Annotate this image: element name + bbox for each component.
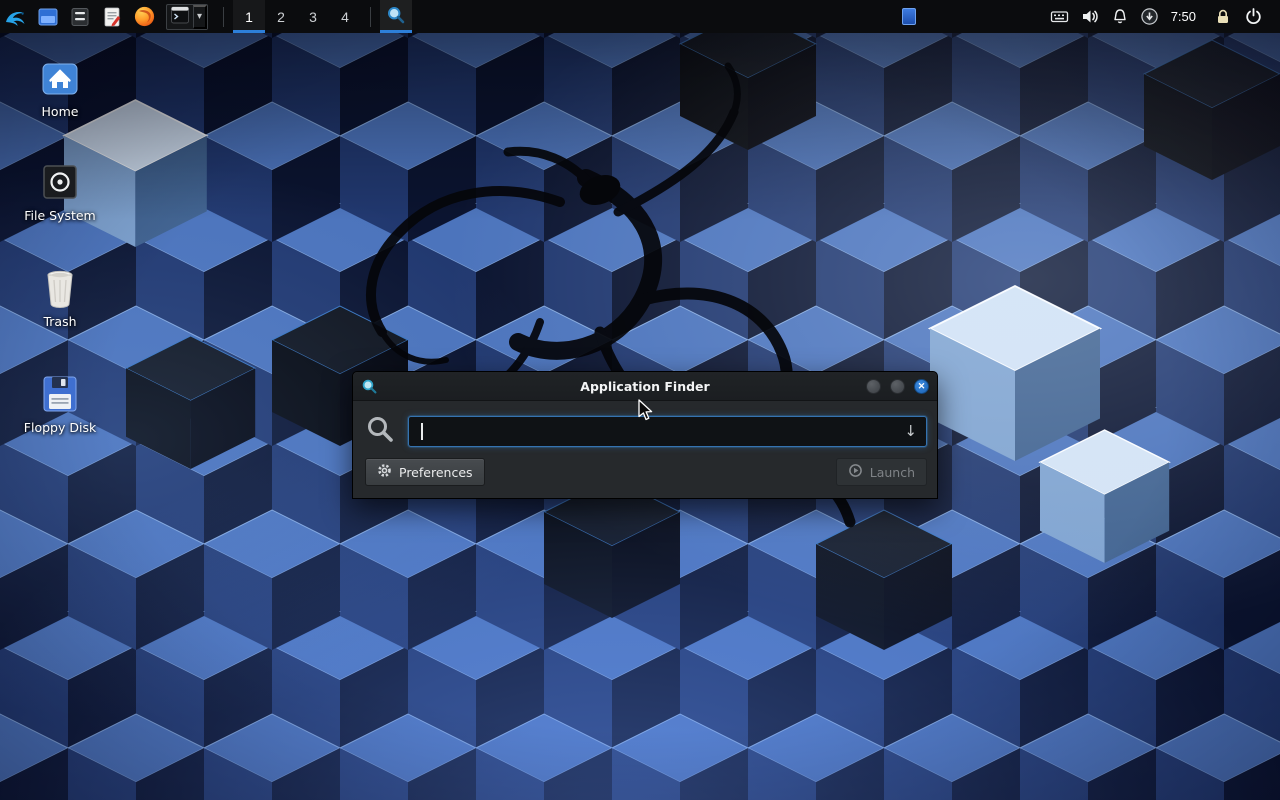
kali-menu-button[interactable] [0, 0, 32, 33]
search-row: ↓ [365, 410, 927, 458]
application-finder-window: Application Finder ✕ [352, 371, 938, 499]
file-system-drive-icon [40, 162, 80, 202]
workspace-4[interactable]: 4 [329, 0, 361, 33]
kali-logo-icon [4, 5, 28, 29]
text-caret [421, 423, 423, 440]
panel-separator [370, 7, 371, 27]
workspace-2[interactable]: 2 [265, 0, 297, 33]
maximize-button[interactable] [890, 379, 905, 394]
dropdown-arrow-icon[interactable]: ↓ [904, 422, 917, 440]
desktop-icon-label: Trash [43, 315, 76, 329]
magnifier-icon [386, 5, 406, 28]
workspace-1[interactable]: 1 [233, 0, 265, 33]
search-input[interactable]: ↓ [408, 416, 927, 447]
keyboard-layout-icon[interactable] [1045, 0, 1075, 33]
desktop-icon-trash[interactable]: Trash [14, 268, 106, 329]
launch-icon [848, 463, 863, 481]
floppy-disk-icon [41, 374, 79, 414]
window-icon [37, 6, 59, 28]
launch-button[interactable]: Launch [836, 458, 927, 486]
file-manager-launcher[interactable] [64, 0, 96, 33]
preferences-button[interactable]: Preferences [365, 458, 485, 486]
titlebar[interactable]: Application Finder ✕ [353, 372, 937, 401]
firefox-icon [133, 5, 156, 28]
workspace-3[interactable]: 3 [297, 0, 329, 33]
desktop-icon-label: File System [24, 209, 96, 223]
desktop-icon-file-system[interactable]: File System [14, 162, 106, 223]
finder-body: ↓ Preferences [353, 401, 937, 498]
tray-window-icon[interactable] [902, 8, 916, 25]
terminal-dropdown-button[interactable]: ▾ [193, 5, 207, 29]
volume-icon[interactable] [1075, 0, 1105, 33]
file-cabinet-icon [69, 6, 91, 28]
desktop-icon-label: Floppy Disk [24, 421, 96, 435]
desktop-icon-home[interactable]: Home [14, 58, 106, 119]
button-row: Preferences Launch [365, 458, 927, 486]
application-finder-icon [361, 378, 378, 395]
home-folder-icon [40, 58, 80, 98]
power-logout-icon[interactable] [1238, 0, 1268, 33]
terminal-icon [170, 5, 190, 28]
clock[interactable]: 7:50 [1165, 0, 1208, 33]
close-button[interactable]: ✕ [914, 379, 929, 394]
terminal-launcher-group: ▾ [166, 4, 208, 30]
panel-separator [223, 7, 224, 27]
desktop-icon-label: Home [42, 105, 79, 119]
launch-label: Launch [870, 465, 915, 480]
show-desktop-launcher[interactable] [32, 0, 64, 33]
firefox-launcher[interactable] [128, 0, 160, 33]
desktop-icon-floppy-disk[interactable]: Floppy Disk [14, 374, 106, 435]
taskbar-application-finder[interactable] [380, 0, 412, 33]
terminal-launcher[interactable] [167, 5, 193, 29]
workspace-switcher: 1 2 3 4 [233, 0, 361, 33]
notifications-bell-icon[interactable] [1105, 0, 1135, 33]
update-status-icon[interactable] [1135, 0, 1165, 33]
chevron-down-icon: ▾ [197, 11, 202, 22]
minimize-button[interactable] [866, 379, 881, 394]
panel-right: 7:50 [1045, 0, 1280, 33]
lock-screen-icon[interactable] [1208, 0, 1238, 33]
desktop-screen: ▾ 1 2 3 4 [0, 0, 1280, 800]
gear-icon [377, 463, 392, 481]
window-controls: ✕ [866, 379, 929, 394]
top-panel: ▾ 1 2 3 4 [0, 0, 1280, 33]
close-icon: ✕ [918, 382, 926, 391]
trash-can-icon [42, 268, 78, 308]
search-magnifier-icon [365, 414, 395, 448]
window-title: Application Finder [353, 379, 937, 394]
text-editor-launcher[interactable] [96, 0, 128, 33]
panel-left: ▾ 1 2 3 4 [0, 0, 412, 33]
document-icon [101, 6, 123, 28]
preferences-label: Preferences [399, 465, 473, 480]
